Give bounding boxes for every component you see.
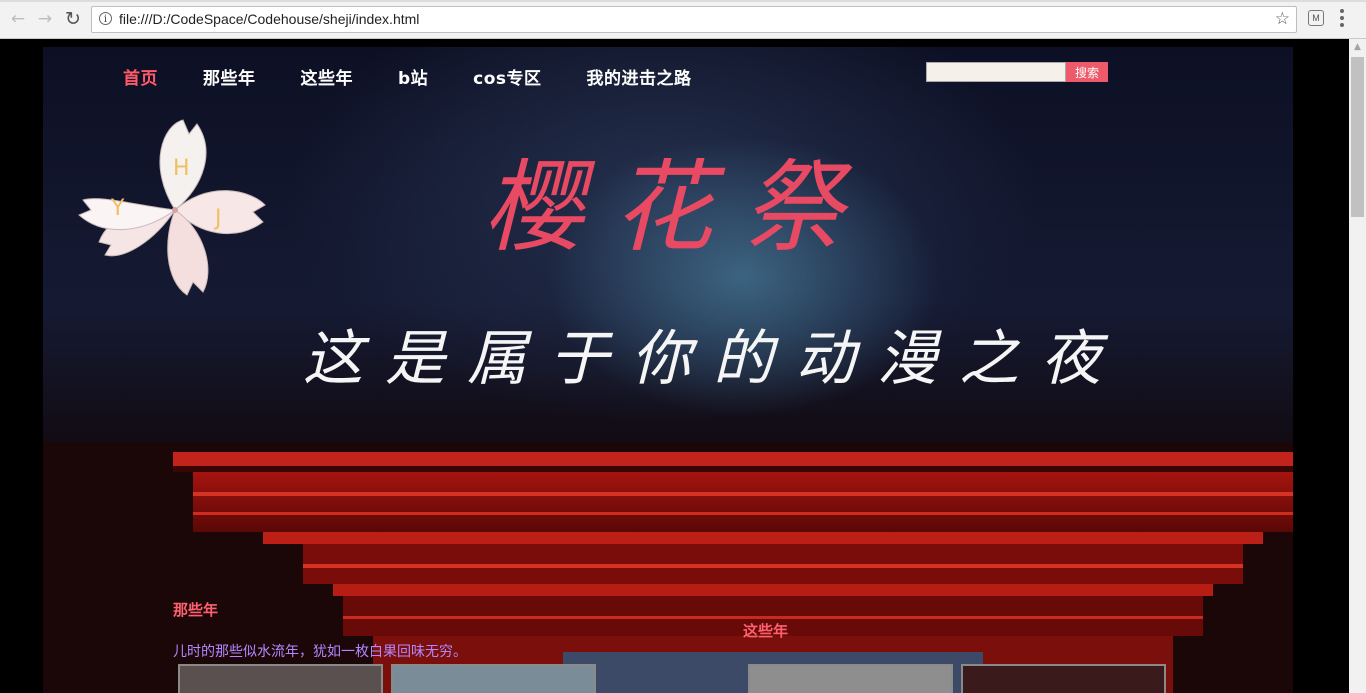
logo-letter-y: Y <box>110 196 125 221</box>
bookmark-star-icon[interactable]: ☆ <box>1275 9 1290 29</box>
sakura-logo: H Y J <box>78 119 266 296</box>
hero-banner: H Y J 樱花祭 这是属于你的动漫之夜 首页 那些年 这些年 b站 cos专区… <box>43 47 1293 693</box>
reload-icon[interactable]: ↻ <box>63 8 83 30</box>
scroll-thumb[interactable] <box>1351 57 1364 217</box>
main-nav: 首页 那些年 这些年 b站 cos专区 我的进击之路 <box>123 64 737 89</box>
page-scrollbar[interactable]: ▲ <box>1349 39 1366 693</box>
thumbnail-image[interactable] <box>961 664 1166 693</box>
nav-item-bilibili[interactable]: b站 <box>398 64 428 89</box>
nav-item-home[interactable]: 首页 <box>123 64 158 89</box>
address-bar[interactable]: i file:///D:/CodeSpace/Codehouse/sheji/i… <box>91 6 1297 33</box>
section-title-these-years: 这些年 <box>743 622 789 640</box>
menu-icon[interactable] <box>1340 9 1344 27</box>
nav-item-these-years[interactable]: 这些年 <box>301 64 354 89</box>
forward-arrow-icon[interactable]: → <box>35 9 55 29</box>
search-box: 搜索 <box>926 62 1108 82</box>
page-viewport: H Y J 樱花祭 这是属于你的动漫之夜 首页 那些年 这些年 b站 cos专区… <box>0 39 1349 693</box>
logo-letter-h: H <box>173 156 190 181</box>
hero-subtitle-text: 这是属于你的动漫之夜 <box>303 324 1123 394</box>
section-desc-those-years: 儿时的那些似水流年，犹如一枚白果回味无穷。 <box>173 644 467 660</box>
thumbnail-image[interactable] <box>748 664 953 693</box>
extension-icon[interactable]: M <box>1308 10 1324 26</box>
thumbnail-image[interactable] <box>391 664 596 693</box>
nav-item-those-years[interactable]: 那些年 <box>203 64 256 89</box>
back-arrow-icon[interactable]: ← <box>8 9 28 29</box>
search-button[interactable]: 搜索 <box>1066 62 1108 82</box>
search-input[interactable] <box>926 62 1066 82</box>
thumbnail-image[interactable] <box>178 664 383 693</box>
hero-title: 樱花祭 <box>483 149 873 266</box>
logo-letter-j: J <box>213 206 222 231</box>
tab-strip <box>0 0 1366 2</box>
section-title-those-years: 那些年 <box>173 601 219 619</box>
info-icon[interactable]: i <box>99 12 112 25</box>
scroll-up-arrow-icon[interactable]: ▲ <box>1349 39 1366 56</box>
nav-item-cos[interactable]: cos专区 <box>473 64 541 89</box>
browser-toolbar: ← → ↻ i file:///D:/CodeSpace/Codehouse/s… <box>0 0 1366 39</box>
hero-title-text: 樱花祭 <box>483 149 873 266</box>
url-text[interactable]: file:///D:/CodeSpace/Codehouse/sheji/ind… <box>119 11 419 27</box>
nav-item-my-journey[interactable]: 我的进击之路 <box>587 64 692 89</box>
hero-subtitle: 这是属于你的动漫之夜 <box>303 324 1123 394</box>
